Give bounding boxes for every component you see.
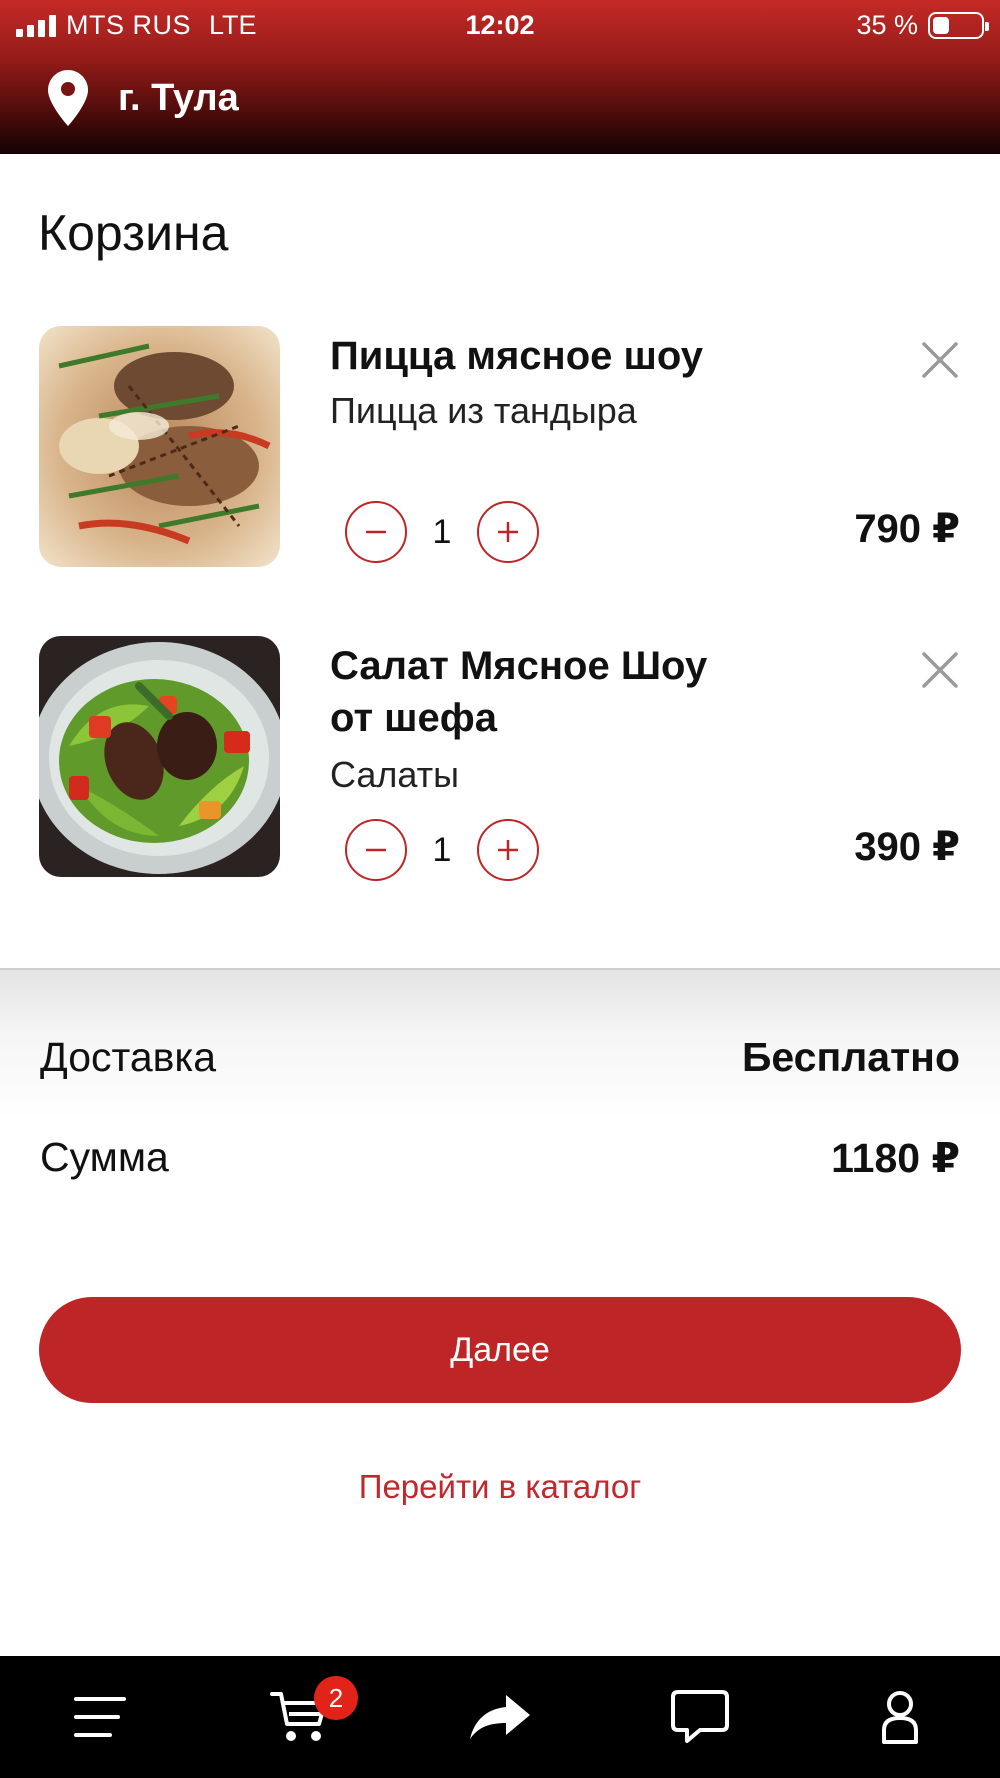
tab-share[interactable] — [400, 1656, 600, 1778]
total-value: 1180 ₽ — [831, 1135, 960, 1181]
product-price: 390 ₽ — [854, 825, 960, 869]
cart-count-badge: 2 — [314, 1676, 358, 1720]
battery-icon — [928, 12, 989, 39]
product-image[interactable] — [39, 636, 280, 877]
quantity-stepper: 1 — [345, 819, 539, 881]
quantity-value: 1 — [432, 830, 452, 869]
decrease-quantity-button[interactable] — [345, 819, 407, 881]
increase-quantity-button[interactable] — [477, 819, 539, 881]
plus-icon — [498, 522, 518, 542]
city-name: г. Тула — [118, 76, 239, 119]
go-to-catalog-link[interactable]: Перейти в каталог — [0, 1468, 1000, 1506]
page-title: Корзина — [38, 205, 229, 261]
delivery-row: Доставка Бесплатно — [40, 1034, 960, 1081]
menu-icon — [74, 1697, 126, 1737]
product-image[interactable] — [39, 326, 280, 567]
remove-item-button[interactable] — [916, 646, 964, 694]
product-name: Салат Мясное Шоу от шефа — [330, 644, 708, 740]
increase-quantity-button[interactable] — [477, 501, 539, 563]
location-selector[interactable]: г. Тула — [48, 70, 239, 126]
minus-icon — [366, 530, 386, 534]
chat-icon — [671, 1690, 729, 1743]
bottom-tab-bar: 2 — [0, 1656, 1000, 1778]
plus-icon — [498, 840, 518, 860]
quantity-value: 1 — [432, 512, 452, 551]
total-row: Сумма 1180 ₽ — [40, 1134, 960, 1182]
cart-item: Салат Мясное Шоу от шефа Салаты 1 390 ₽ — [0, 636, 1000, 886]
meat-salad-photo — [39, 636, 280, 877]
quantity-stepper: 1 — [345, 501, 539, 563]
clock: 12:02 — [465, 10, 535, 40]
tab-menu[interactable] — [0, 1656, 200, 1778]
delivery-label: Доставка — [40, 1034, 217, 1080]
delivery-value: Бесплатно — [741, 1034, 960, 1080]
profile-icon — [882, 1691, 918, 1744]
decrease-quantity-button[interactable] — [345, 501, 407, 563]
remove-item-button[interactable] — [916, 336, 964, 384]
total-label: Сумма — [40, 1134, 169, 1180]
status-bar: MTS RUS LTE 12:02 35 % — [0, 0, 1000, 50]
product-name: Пицца мясное шоу — [330, 334, 703, 378]
tab-chat[interactable] — [600, 1656, 800, 1778]
minus-icon — [366, 848, 386, 852]
share-icon — [470, 1695, 530, 1739]
product-price: 790 ₽ — [854, 507, 960, 551]
tab-cart[interactable]: 2 — [200, 1656, 400, 1778]
product-category: Пицца из тандыра — [330, 390, 637, 431]
battery-percent: 35 % — [856, 10, 918, 40]
cart-item: Пицца мясное шоу Пицца из тандыра 1 790 … — [0, 326, 1000, 576]
meat-pizza-photo — [39, 326, 280, 567]
product-category: Салаты — [330, 754, 460, 795]
tab-profile[interactable] — [800, 1656, 1000, 1778]
app-header: MTS RUS LTE 12:02 35 % г. Тула — [0, 0, 1000, 154]
next-button[interactable]: Далее — [39, 1297, 961, 1403]
map-pin-icon — [48, 70, 88, 126]
